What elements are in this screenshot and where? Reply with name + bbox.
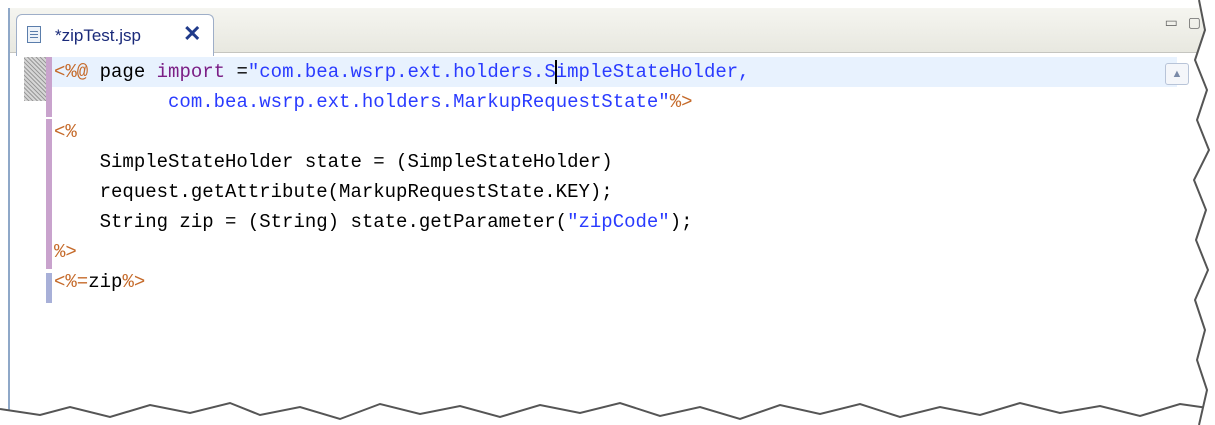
quick-diff-bar [46,119,52,269]
equals-sign: = [225,61,248,83]
code-line-8[interactable]: <%=zip%> [54,267,145,297]
editor-tab-bar: *zipTest.jsp ✕ ▭ ▢ [10,8,1205,56]
expression-close: %> [122,271,146,293]
code-line-6[interactable]: String zip = (String) state.getParameter… [54,207,693,237]
torn-edge-right [1192,0,1215,425]
code-line-7[interactable]: %> [54,237,77,267]
scriptlet-close: %> [54,241,77,263]
scriptlet-open: <% [54,121,77,143]
code-text: String zip = (String) state.getParameter… [54,211,568,233]
code-line-1[interactable]: <%@ page import ="com.bea.wsrp.ext.holde… [54,57,750,87]
attribute-value: com.bea.wsrp.ext.holders.MarkupRequestSt… [168,91,670,113]
string-literal: "zipCode" [567,211,670,233]
quick-diff-bar [46,273,52,303]
editor-window: *zipTest.jsp ✕ ▭ ▢ <%@ page import ="com… [8,8,1210,412]
attribute-name: import [156,61,226,83]
jsp-directive-close: %> [669,91,693,113]
attribute-value-start: "com.bea.wsrp.ext.holders.S [247,61,556,83]
expression-open: <%= [54,271,89,293]
code-line-5[interactable]: request.getAttribute(MarkupRequestState.… [54,177,613,207]
code-line-3[interactable]: <% [54,117,77,147]
code-line-4[interactable]: SimpleStateHolder state = (SimpleStateHo… [54,147,613,177]
expression-body: zip [88,271,123,293]
jsp-directive-open: <%@ [54,61,89,83]
torn-edge-bottom [0,401,1215,425]
close-icon[interactable]: ✕ [183,23,201,45]
tab-label: *zipTest.jsp [55,26,141,45]
minimize-icon[interactable]: ▭ [1165,14,1178,31]
tab-ziptest-jsp[interactable]: *zipTest.jsp ✕ [16,14,214,56]
directive-name: page [88,61,157,83]
code-editor[interactable]: <%@ page import ="com.bea.wsrp.ext.holde… [10,53,1200,412]
code-text: ); [669,211,693,233]
code-line-2[interactable]: com.bea.wsrp.ext.holders.MarkupRequestSt… [54,87,693,117]
attribute-value-end: impleStateHolder, [555,61,750,83]
jsp-file-icon [27,26,41,43]
